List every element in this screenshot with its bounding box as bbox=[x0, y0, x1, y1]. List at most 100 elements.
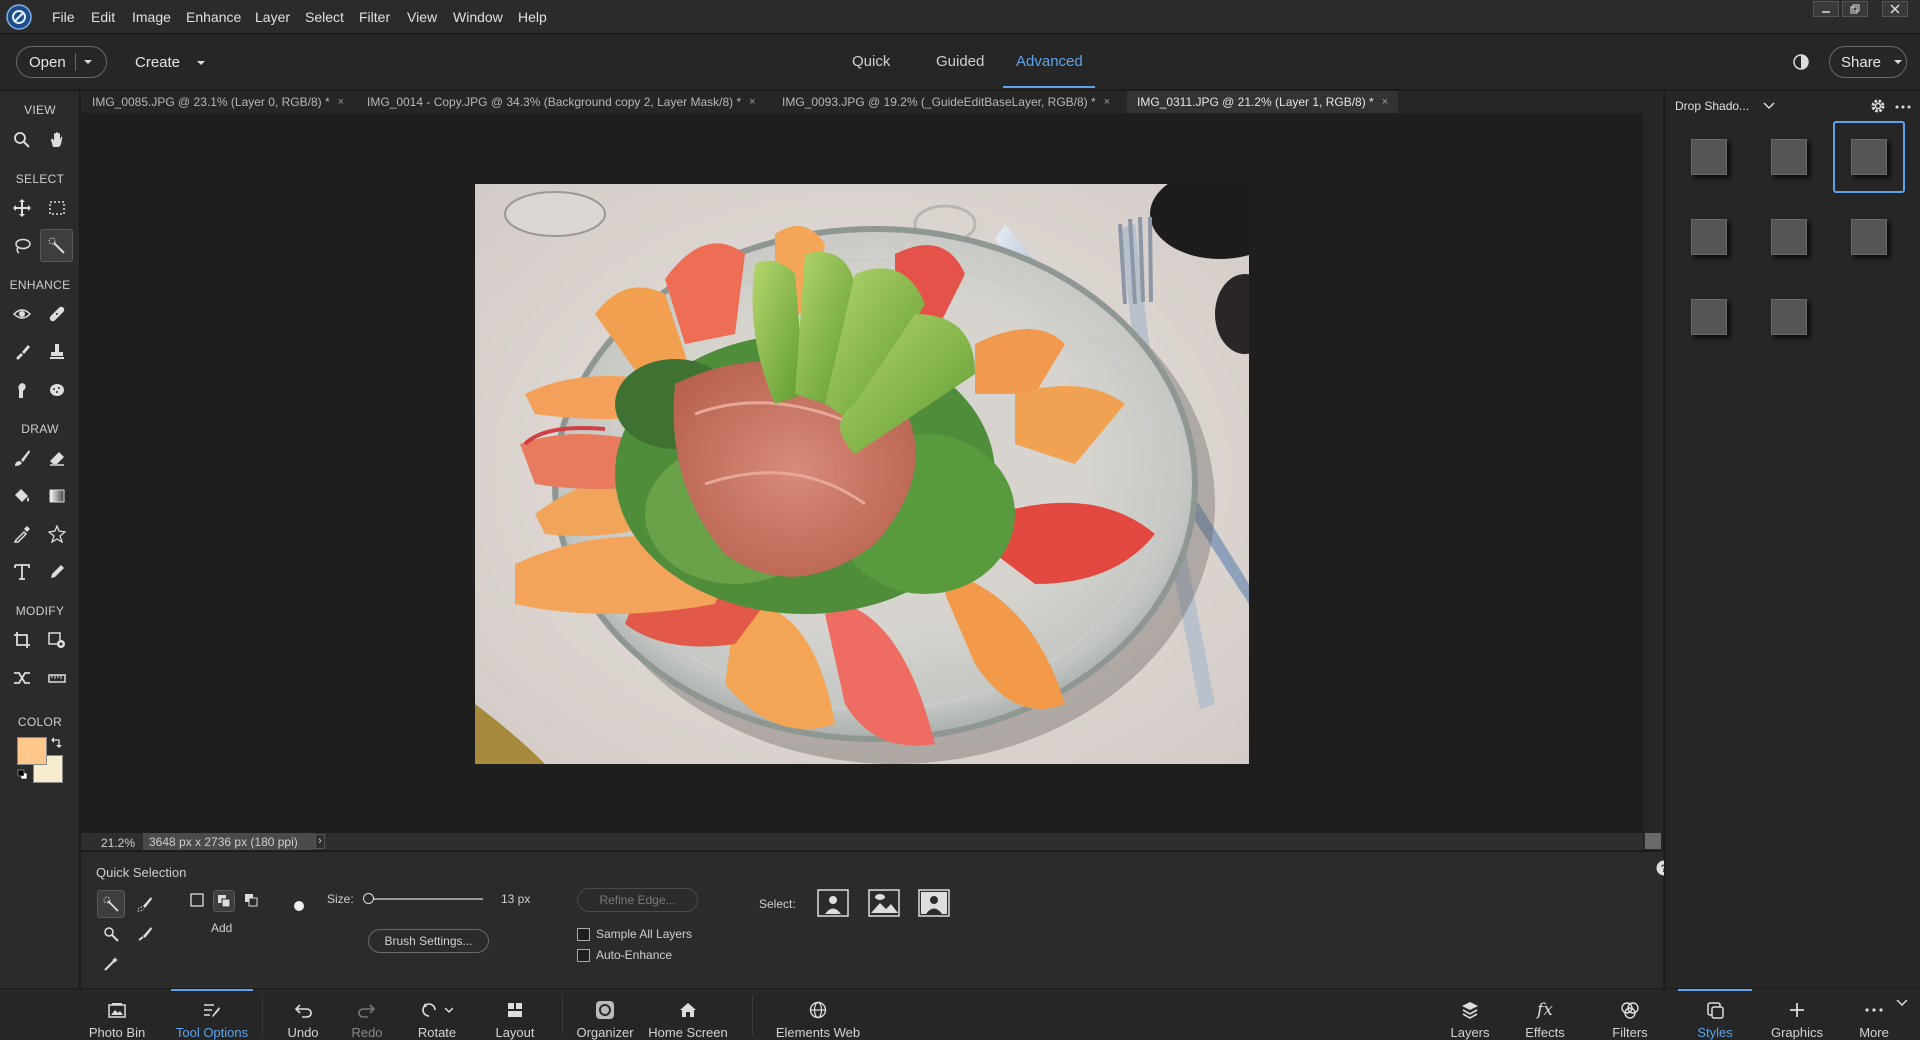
chevron-down-icon[interactable] bbox=[1896, 999, 1908, 1007]
menu-filter[interactable]: Filter bbox=[359, 9, 390, 25]
redo-button[interactable]: Redo bbox=[342, 989, 392, 1040]
styles-button[interactable]: Styles bbox=[1685, 989, 1745, 1040]
close-icon[interactable]: × bbox=[749, 96, 755, 108]
recompose-tool-icon[interactable] bbox=[42, 625, 72, 655]
filters-button[interactable]: Filters bbox=[1605, 989, 1655, 1040]
menu-edit[interactable]: Edit bbox=[91, 9, 115, 25]
brush-tool-icon[interactable] bbox=[7, 443, 37, 473]
document-info[interactable]: 3648 px x 2736 px (180 ppi) bbox=[143, 833, 315, 850]
doc-tab-active[interactable]: IMG_0311.JPG @ 21.2% (Layer 1, RGB/8) * … bbox=[1127, 91, 1399, 113]
doc-tab[interactable]: IMG_0014 - Copy.JPG @ 34.3% (Background … bbox=[357, 91, 766, 113]
brush-settings-button[interactable]: Brush Settings... bbox=[368, 929, 489, 953]
healing-brush-tool-icon[interactable] bbox=[42, 299, 72, 329]
selection-brush-icon[interactable] bbox=[131, 890, 159, 918]
paint-bucket-tool-icon[interactable] bbox=[7, 481, 37, 511]
sponge-tool-icon[interactable] bbox=[42, 375, 72, 405]
menu-view[interactable]: View bbox=[407, 9, 437, 25]
auto-enhance-row[interactable]: Auto-Enhance bbox=[577, 948, 672, 962]
close-icon[interactable]: × bbox=[338, 96, 344, 108]
subtract-selection-icon[interactable] bbox=[241, 890, 261, 910]
menu-select[interactable]: Select bbox=[305, 9, 344, 25]
red-eye-tool-icon[interactable] bbox=[7, 299, 37, 329]
quick-selection-variant-icon[interactable] bbox=[97, 890, 125, 918]
type-tool-icon[interactable] bbox=[7, 557, 37, 587]
quick-selection-tool-icon[interactable] bbox=[40, 229, 73, 262]
style-swatch[interactable] bbox=[1767, 215, 1811, 259]
undo-button[interactable]: Undo bbox=[278, 989, 328, 1040]
crop-tool-icon[interactable] bbox=[7, 625, 37, 655]
straighten-tool-icon[interactable] bbox=[42, 663, 72, 693]
create-button[interactable]: Create bbox=[135, 54, 206, 71]
zoom-tool-icon[interactable] bbox=[7, 125, 37, 155]
gear-icon[interactable] bbox=[1870, 98, 1886, 114]
scrollbar-corner[interactable] bbox=[1645, 833, 1661, 849]
organizer-button[interactable]: Organizer bbox=[572, 989, 638, 1040]
size-slider-handle[interactable] bbox=[362, 893, 374, 904]
info-arrow-icon[interactable]: › bbox=[315, 834, 325, 849]
menu-enhance[interactable]: Enhance bbox=[186, 9, 241, 25]
tab-quick[interactable]: Quick bbox=[852, 53, 890, 70]
magic-wand-icon[interactable] bbox=[97, 950, 125, 978]
menu-window[interactable]: Window bbox=[453, 9, 503, 25]
style-swatch[interactable] bbox=[1687, 135, 1731, 179]
marquee-tool-icon[interactable] bbox=[42, 193, 72, 223]
menu-layer[interactable]: Layer bbox=[255, 9, 290, 25]
rotate-button[interactable]: Rotate bbox=[406, 989, 468, 1040]
style-swatch[interactable] bbox=[1847, 215, 1891, 259]
restore-button[interactable] bbox=[1842, 1, 1868, 17]
doc-tab[interactable]: IMG_0093.JPG @ 19.2% (_GuideEditBaseLaye… bbox=[772, 91, 1120, 113]
close-icon[interactable]: × bbox=[1104, 96, 1110, 108]
swap-colors-icon[interactable] bbox=[51, 737, 62, 748]
add-selection-icon[interactable] bbox=[213, 890, 235, 912]
open-button[interactable]: Open bbox=[16, 46, 107, 78]
content-aware-move-tool-icon[interactable] bbox=[7, 663, 37, 693]
menu-image[interactable]: Image bbox=[132, 9, 171, 25]
layers-button[interactable]: Layers bbox=[1445, 989, 1495, 1040]
auto-enhance-checkbox[interactable] bbox=[577, 948, 590, 962]
chevron-down-icon[interactable] bbox=[83, 59, 93, 65]
panel-menu-icon[interactable] bbox=[1895, 105, 1911, 109]
tool-options-button[interactable]: Tool Options bbox=[171, 989, 253, 1040]
size-slider[interactable] bbox=[363, 898, 483, 900]
smudge-tool-icon[interactable] bbox=[7, 375, 37, 405]
close-window-button[interactable] bbox=[1882, 1, 1908, 17]
select-sky-icon[interactable] bbox=[868, 889, 900, 917]
move-tool-icon[interactable] bbox=[7, 193, 37, 223]
elements-web-button[interactable]: Elements Web bbox=[772, 989, 864, 1040]
select-subject-icon[interactable] bbox=[817, 889, 849, 917]
graphics-button[interactable]: Graphics bbox=[1765, 989, 1829, 1040]
eraser-tool-icon[interactable] bbox=[42, 443, 72, 473]
more-button[interactable]: More bbox=[1850, 989, 1898, 1040]
foreground-color-swatch[interactable] bbox=[17, 737, 47, 765]
gradient-tool-icon[interactable] bbox=[42, 481, 72, 511]
smart-brush-tool-icon[interactable] bbox=[7, 337, 37, 367]
photo-bin-button[interactable]: Photo Bin bbox=[82, 989, 152, 1040]
custom-shape-tool-icon[interactable] bbox=[42, 519, 72, 549]
close-icon[interactable]: × bbox=[1382, 96, 1388, 108]
hand-tool-icon[interactable] bbox=[42, 125, 72, 155]
style-swatch[interactable] bbox=[1767, 295, 1811, 339]
home-screen-button[interactable]: Home Screen bbox=[648, 989, 728, 1040]
default-colors-icon[interactable] bbox=[17, 769, 28, 780]
app-logo-icon[interactable] bbox=[6, 4, 32, 30]
share-button[interactable]: Share bbox=[1829, 46, 1907, 78]
select-background-icon[interactable] bbox=[918, 889, 950, 917]
theme-toggle-icon[interactable] bbox=[1792, 53, 1810, 71]
style-swatch[interactable] bbox=[1833, 121, 1905, 193]
auto-selection-icon[interactable] bbox=[97, 920, 125, 948]
zoom-level[interactable]: 21.2% bbox=[101, 836, 135, 850]
eyedropper-tool-icon[interactable] bbox=[7, 519, 37, 549]
tab-guided[interactable]: Guided bbox=[936, 53, 984, 70]
layout-button[interactable]: Layout bbox=[488, 989, 542, 1040]
pencil-tool-icon[interactable] bbox=[42, 557, 72, 587]
style-category-dropdown[interactable]: Drop Shado... bbox=[1675, 99, 1775, 113]
minimize-button[interactable] bbox=[1813, 1, 1839, 17]
lasso-tool-icon[interactable] bbox=[7, 231, 37, 261]
tab-advanced[interactable]: Advanced bbox=[1016, 53, 1083, 70]
clone-stamp-tool-icon[interactable] bbox=[42, 337, 72, 367]
style-swatch[interactable] bbox=[1767, 135, 1811, 179]
menu-help[interactable]: Help bbox=[518, 9, 547, 25]
refine-selection-brush-icon[interactable] bbox=[131, 920, 159, 948]
vertical-scrollbar[interactable] bbox=[1643, 113, 1663, 850]
document-image[interactable] bbox=[475, 184, 1249, 764]
